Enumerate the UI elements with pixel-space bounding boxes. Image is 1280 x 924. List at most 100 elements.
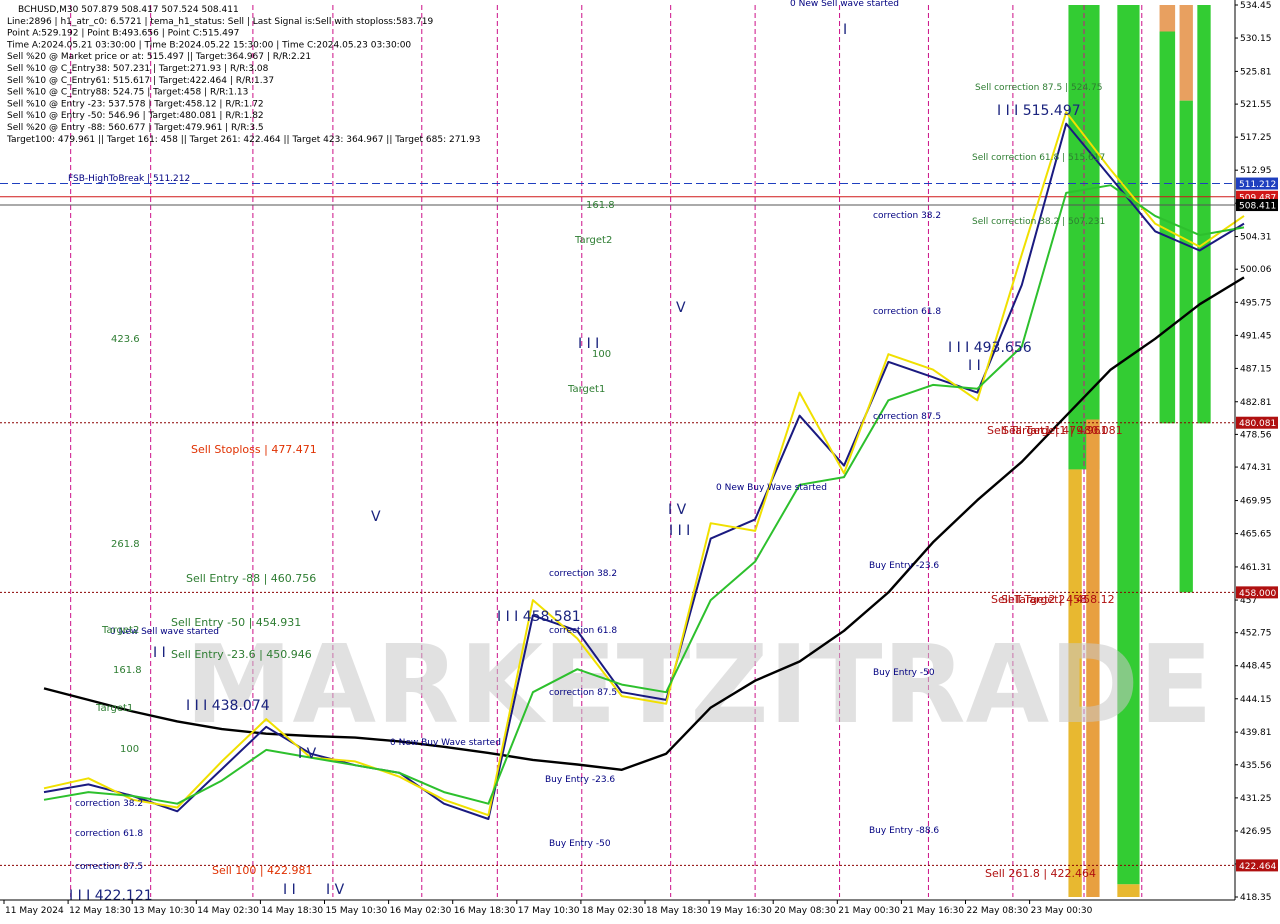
chart-annotation: 261.8 bbox=[111, 539, 140, 550]
chart-annotation: I I I 458.581 bbox=[497, 609, 581, 625]
chart-annotation: correction 61.8 bbox=[549, 626, 617, 636]
chart-annotation: Sell correction 87.5 | 524.75 bbox=[975, 83, 1102, 93]
y-tick-label: 444.15 bbox=[1240, 695, 1272, 705]
chart-annotation: I V bbox=[298, 746, 317, 762]
x-tick-label: 14 May 18:30 bbox=[261, 906, 323, 916]
x-tick-label: 12 May 18:30 bbox=[69, 906, 131, 916]
signal-zone bbox=[1179, 100, 1193, 593]
x-tick-label: 19 May 16:30 bbox=[710, 906, 772, 916]
chart-annotation: correction 61.8 bbox=[873, 307, 941, 317]
info-line: Sell %10 @ Entry -50: 546.96 | Target:48… bbox=[7, 111, 264, 121]
y-tick-label: 500.06 bbox=[1240, 265, 1272, 275]
signal-zone bbox=[1179, 5, 1193, 101]
x-tick-label: 15 May 10:30 bbox=[326, 906, 388, 916]
y-tick-label: 439.81 bbox=[1240, 728, 1272, 738]
x-tick-label: 17 May 10:30 bbox=[518, 906, 580, 916]
chart-annotation: 0 New Sell wave started bbox=[790, 0, 899, 9]
chart-annotation: Buy Entry -88.6 bbox=[869, 826, 939, 836]
info-line: Time A:2024.05.21 03:30:00 | Time B:2024… bbox=[6, 40, 411, 50]
x-tick-label: 11 May 2024 bbox=[5, 906, 64, 916]
chart-annotation: I I bbox=[153, 645, 166, 661]
chart-annotation: correction 38.2 bbox=[549, 569, 617, 579]
y-tick-label: 465.65 bbox=[1240, 530, 1272, 540]
chart-annotation: Buy Entry -23.6 bbox=[545, 775, 615, 785]
chart-annotation: Target1 bbox=[567, 384, 605, 395]
chart-annotation: Sell Target2 | 458.12 bbox=[1001, 593, 1115, 606]
chart-annotation: correction 61.8 bbox=[75, 829, 143, 839]
x-tick-label: 18 May 18:30 bbox=[646, 906, 708, 916]
y-tick-label: 474.31 bbox=[1240, 463, 1272, 473]
chart-annotation: 161.8 bbox=[586, 200, 615, 211]
y-tick-label: 482.81 bbox=[1240, 398, 1272, 408]
x-tick-label: 20 May 08:30 bbox=[774, 906, 836, 916]
chart-annotation: Buy Entry -50 bbox=[873, 668, 935, 678]
signal-zone bbox=[1159, 5, 1176, 32]
chart-annotation: V bbox=[371, 509, 381, 525]
signal-zone bbox=[1117, 884, 1140, 897]
chart-annotation: Buy Entry -50 bbox=[549, 839, 611, 849]
x-tick-label: 23 May 00:30 bbox=[1031, 906, 1093, 916]
y-tick-label: 435.56 bbox=[1240, 761, 1272, 771]
y-tick-label: 448.45 bbox=[1240, 662, 1272, 672]
chart-annotation: I V bbox=[326, 882, 345, 898]
chart-annotation: correction 38.2 bbox=[873, 211, 941, 221]
chart-annotation: Sell correction 38.2 | 507.231 bbox=[972, 217, 1105, 227]
chart-annotation: I bbox=[843, 22, 847, 38]
x-tick-label: 21 May 16:30 bbox=[902, 906, 964, 916]
chart-annotation: 0 New Buy Wave started bbox=[716, 483, 827, 493]
watermark-text: MARKETZITRADE bbox=[185, 623, 1213, 748]
info-line: Target100: 479.961 || Target 161: 458 ||… bbox=[6, 135, 480, 145]
chart-annotation: 423.6 bbox=[111, 334, 140, 345]
info-line: Sell %20 @ Entry -88: 560.677 | Target:4… bbox=[7, 123, 264, 133]
chart-annotation: Target1 bbox=[95, 703, 133, 714]
chart-annotation: I I I 515.497 bbox=[997, 103, 1081, 119]
chart-annotation: I I I bbox=[578, 336, 599, 352]
chart-annotation: Sell 100 | 422.981 bbox=[212, 864, 313, 877]
chart-annotation: 100 bbox=[120, 744, 139, 755]
info-line: BCHUSD,M30 507.879 508.417 507.524 508.4… bbox=[18, 5, 239, 15]
price-tag-label: 511.212 bbox=[1239, 180, 1276, 190]
y-tick-label: 521.55 bbox=[1240, 100, 1272, 110]
info-line: Sell %10 @ C_Entry88: 524.75 | Target:45… bbox=[7, 88, 248, 98]
price-tag-label: 480.081 bbox=[1239, 419, 1276, 429]
y-tick-label: 491.45 bbox=[1240, 331, 1272, 341]
chart-container: MARKETZITRADE FSB-HighToBreak | 511.212 S… bbox=[0, 0, 1280, 920]
info-line: Sell %10 @ C_Entry38: 507.231 | Target:2… bbox=[7, 64, 269, 74]
y-tick-label: 478.56 bbox=[1240, 430, 1272, 440]
x-tick-label: 21 May 00:30 bbox=[838, 906, 900, 916]
chart-annotation: I I I bbox=[669, 523, 690, 539]
chart-annotation: correction 38.2 bbox=[75, 799, 143, 809]
price-tag-label: 508.411 bbox=[1239, 202, 1276, 212]
x-tick-label: 16 May 18:30 bbox=[454, 906, 516, 916]
watermark: MARKETZITRADE bbox=[185, 623, 1213, 748]
chart-annotation: I I I 422.121 bbox=[69, 888, 153, 904]
chart-annotation: 0 New Buy Wave started bbox=[390, 738, 501, 748]
x-tick-label: 14 May 02:30 bbox=[197, 906, 259, 916]
info-line: Line:2896 | h1_atr_c0: 6.5721 | tema_h1_… bbox=[7, 17, 434, 27]
signal-zone bbox=[1117, 5, 1140, 885]
chart-annotation: 161.8 bbox=[113, 665, 142, 676]
chart-annotation: I I I 438.074 bbox=[186, 698, 270, 714]
chart-annotation: Sell correction 61.8 | 515.617 bbox=[972, 153, 1105, 163]
chart-annotation: Sell Target1 | 480.081 bbox=[1002, 424, 1123, 437]
chart-annotation: correction 87.5 bbox=[75, 862, 143, 872]
y-tick-label: 452.75 bbox=[1240, 629, 1272, 639]
chart-annotation: Target2 bbox=[574, 235, 612, 246]
y-tick-label: 469.95 bbox=[1240, 497, 1272, 507]
chart-annotation: I I bbox=[283, 882, 296, 898]
y-tick-label: 525.81 bbox=[1240, 67, 1272, 77]
chart-annotation: correction 87.5 bbox=[873, 412, 941, 422]
chart-annotation: Sell Stoploss | 477.471 bbox=[191, 443, 317, 456]
chart-annotation: Target2 bbox=[101, 625, 139, 636]
chart-annotation: correction 87.5 bbox=[549, 688, 617, 698]
y-tick-label: 426.95 bbox=[1240, 827, 1272, 837]
y-tick-label: 495.75 bbox=[1240, 298, 1272, 308]
price-tag-label: 422.464 bbox=[1239, 862, 1276, 872]
y-tick-label: 487.15 bbox=[1240, 364, 1272, 374]
y-tick-label: 418.35 bbox=[1240, 893, 1272, 903]
info-line: Sell %20 @ Market price or at: 515.497 |… bbox=[7, 52, 311, 62]
chart-annotation: Sell 261.8 | 422.464 bbox=[985, 867, 1096, 880]
y-tick-label: 431.25 bbox=[1240, 794, 1272, 804]
chart-svg: MARKETZITRADE FSB-HighToBreak | 511.212 S… bbox=[0, 0, 1280, 920]
info-line: Point A:529.192 | Point B:493.656 | Poin… bbox=[7, 29, 239, 39]
